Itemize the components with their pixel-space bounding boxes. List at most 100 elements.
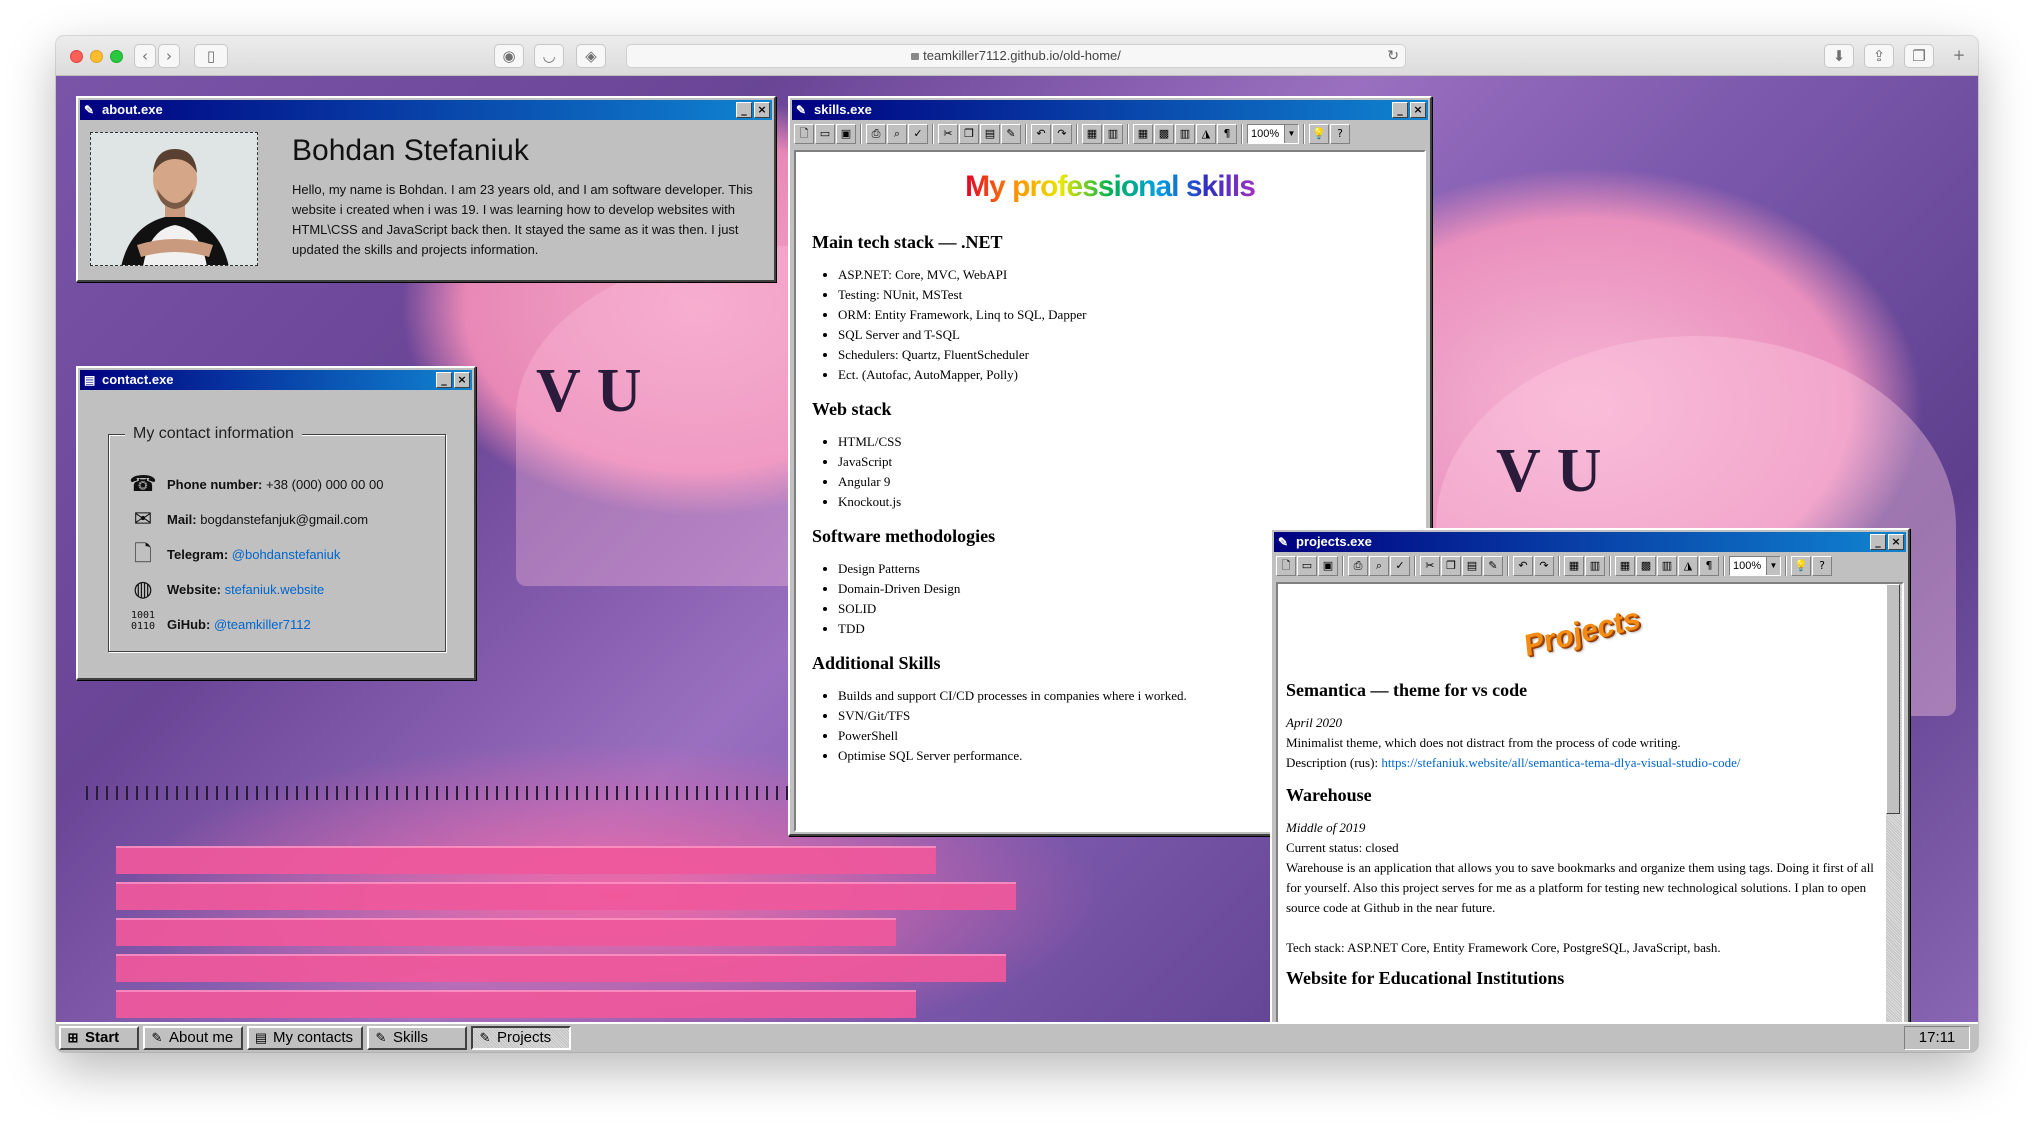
- cut-icon[interactable]: ✂: [938, 124, 958, 144]
- book-icon[interactable]: ▥: [1585, 556, 1605, 576]
- contact-value: bogdanstefanjuk@gmail.com: [200, 511, 369, 527]
- minimize-button[interactable]: _: [1870, 534, 1886, 550]
- print-icon[interactable]: ⎙: [1348, 556, 1368, 576]
- close-button[interactable]: ×: [454, 372, 470, 388]
- window-title: skills.exe: [814, 102, 872, 117]
- preview-icon[interactable]: ⌕: [1369, 556, 1389, 576]
- excel-icon[interactable]: ▩: [1636, 556, 1656, 576]
- print-icon[interactable]: ⎙: [866, 124, 886, 144]
- help-icon[interactable]: ?: [1812, 556, 1832, 576]
- format-icon[interactable]: ✎: [1483, 556, 1503, 576]
- skills-titlebar[interactable]: ✎ skills.exe _ ×: [792, 100, 1428, 120]
- minimize-window-button[interactable]: [90, 50, 103, 63]
- about-titlebar[interactable]: ✎ about.exe _ ×: [80, 100, 772, 120]
- task-projects[interactable]: ✎ Projects: [471, 1026, 571, 1050]
- close-window-button[interactable]: [70, 50, 83, 63]
- project-status: Current status: closed: [1286, 840, 1399, 855]
- spell-icon[interactable]: ✓: [908, 124, 928, 144]
- pocket-icon[interactable]: ◡: [534, 44, 564, 68]
- telegram-link[interactable]: @bohdanstefaniuk: [232, 547, 341, 562]
- format-icon[interactable]: ✎: [1001, 124, 1021, 144]
- contact-titlebar[interactable]: ▤ contact.exe _ ×: [80, 370, 472, 390]
- help-icon[interactable]: ?: [1330, 124, 1350, 144]
- close-button[interactable]: ×: [754, 102, 770, 118]
- task-skills[interactable]: ✎ Skills: [367, 1026, 467, 1050]
- new-icon[interactable]: 🗋: [1276, 556, 1296, 576]
- zoom-select[interactable]: 100% ▼: [1729, 556, 1781, 576]
- zoom-select[interactable]: 100% ▼: [1247, 124, 1299, 144]
- close-button[interactable]: ×: [1888, 534, 1904, 550]
- minimize-button[interactable]: _: [436, 372, 452, 388]
- contact-window[interactable]: ▤ contact.exe _ × My contact information …: [76, 366, 476, 680]
- website-link[interactable]: stefaniuk.website: [225, 582, 325, 597]
- reload-icon[interactable]: ↻: [1387, 45, 1399, 67]
- address-bar[interactable]: teamkiller7112.github.io/old-home/ ↻: [626, 44, 1406, 68]
- paste-icon[interactable]: ▤: [1462, 556, 1482, 576]
- tip-icon[interactable]: 💡: [1791, 556, 1811, 576]
- save-icon[interactable]: ▣: [836, 124, 856, 144]
- open-icon[interactable]: ▭: [1297, 556, 1317, 576]
- contact-fieldset: My contact information ☎ Phone number: +…: [108, 425, 446, 652]
- project-title: Warehouse: [1286, 785, 1372, 805]
- about-window[interactable]: ✎ about.exe _ × Bohdan Stefaniuk Hello, m…: [76, 96, 776, 282]
- share-icon[interactable]: ⇪: [1864, 44, 1894, 68]
- project-link[interactable]: https://stefaniuk.website/all/semantica-…: [1381, 755, 1740, 770]
- scroll-thumb[interactable]: [1886, 584, 1900, 814]
- reader-icon[interactable]: ◉: [494, 44, 524, 68]
- task-about[interactable]: ✎ About me: [143, 1026, 243, 1050]
- vertical-scrollbar[interactable]: [1886, 584, 1902, 1052]
- back-button[interactable]: ‹: [134, 44, 156, 68]
- pink-bar-decoration: [116, 954, 1006, 982]
- project-date: April 2020: [1286, 715, 1342, 730]
- sidebar-icon[interactable]: ▯: [194, 44, 228, 68]
- redo-icon[interactable]: ↷: [1052, 124, 1072, 144]
- minimize-button[interactable]: _: [1392, 102, 1408, 118]
- task-contacts[interactable]: ▤ My contacts: [247, 1026, 363, 1050]
- insert-icon[interactable]: ▦: [1082, 124, 1102, 144]
- desktop: VU VU ✎ about.exe _ × Bohdan Stefaniuk H…: [56, 76, 1978, 1052]
- forward-button[interactable]: ›: [158, 44, 180, 68]
- app-icon: ✎: [796, 103, 807, 117]
- close-button[interactable]: ×: [1410, 102, 1426, 118]
- book-icon[interactable]: ▥: [1103, 124, 1123, 144]
- new-tab-icon[interactable]: +: [1944, 44, 1974, 68]
- skills-wordart: My professional skills: [812, 170, 1408, 232]
- zoom-window-button[interactable]: [110, 50, 123, 63]
- new-icon[interactable]: 🗋: [794, 124, 814, 144]
- drawing-icon[interactable]: ◮: [1678, 556, 1698, 576]
- projects-window[interactable]: ✎ projects.exe _ × 🗋 ▭ ▣ ⎙ ⌕ ✓ ✂ ❐ ▤ ✎ ↶ ↷ ▦ ▥ ▦ ▩ ▥…: [1270, 528, 1910, 1052]
- save-icon[interactable]: ▣: [1318, 556, 1338, 576]
- spell-icon[interactable]: ✓: [1390, 556, 1410, 576]
- copy-icon[interactable]: ❐: [959, 124, 979, 144]
- drawing-icon[interactable]: ◮: [1196, 124, 1216, 144]
- window-title: about.exe: [102, 102, 163, 117]
- list-item: Testing: NUnit, MSTest: [838, 285, 1408, 305]
- minimize-button[interactable]: _: [736, 102, 752, 118]
- columns-icon[interactable]: ▥: [1657, 556, 1677, 576]
- open-icon[interactable]: ▭: [815, 124, 835, 144]
- undo-icon[interactable]: ↶: [1031, 124, 1051, 144]
- projects-titlebar[interactable]: ✎ projects.exe _ ×: [1274, 532, 1906, 552]
- preview-icon[interactable]: ⌕: [887, 124, 907, 144]
- paragraph-icon[interactable]: ¶: [1217, 124, 1237, 144]
- windows-logo-icon: ⊞: [67, 1030, 79, 1045]
- tabs-icon[interactable]: ❐: [1904, 44, 1934, 68]
- columns-icon[interactable]: ▥: [1175, 124, 1195, 144]
- github-link[interactable]: @teamkiller7112: [214, 617, 311, 632]
- copy-icon[interactable]: ❐: [1441, 556, 1461, 576]
- paragraph-icon[interactable]: ¶: [1699, 556, 1719, 576]
- table-icon[interactable]: ▦: [1615, 556, 1635, 576]
- tip-icon[interactable]: 💡: [1309, 124, 1329, 144]
- paste-icon[interactable]: ▤: [980, 124, 1000, 144]
- cut-icon[interactable]: ✂: [1420, 556, 1440, 576]
- redo-icon[interactable]: ↷: [1534, 556, 1554, 576]
- app-icon: ▤: [254, 1030, 268, 1045]
- start-button[interactable]: ⊞ Start: [59, 1026, 139, 1050]
- download-icon[interactable]: ⬇: [1824, 44, 1854, 68]
- excel-icon[interactable]: ▩: [1154, 124, 1174, 144]
- app-icon: ▤: [84, 373, 96, 387]
- shield-icon[interactable]: ◈: [576, 44, 606, 68]
- table-icon[interactable]: ▦: [1133, 124, 1153, 144]
- undo-icon[interactable]: ↶: [1513, 556, 1533, 576]
- insert-icon[interactable]: ▦: [1564, 556, 1584, 576]
